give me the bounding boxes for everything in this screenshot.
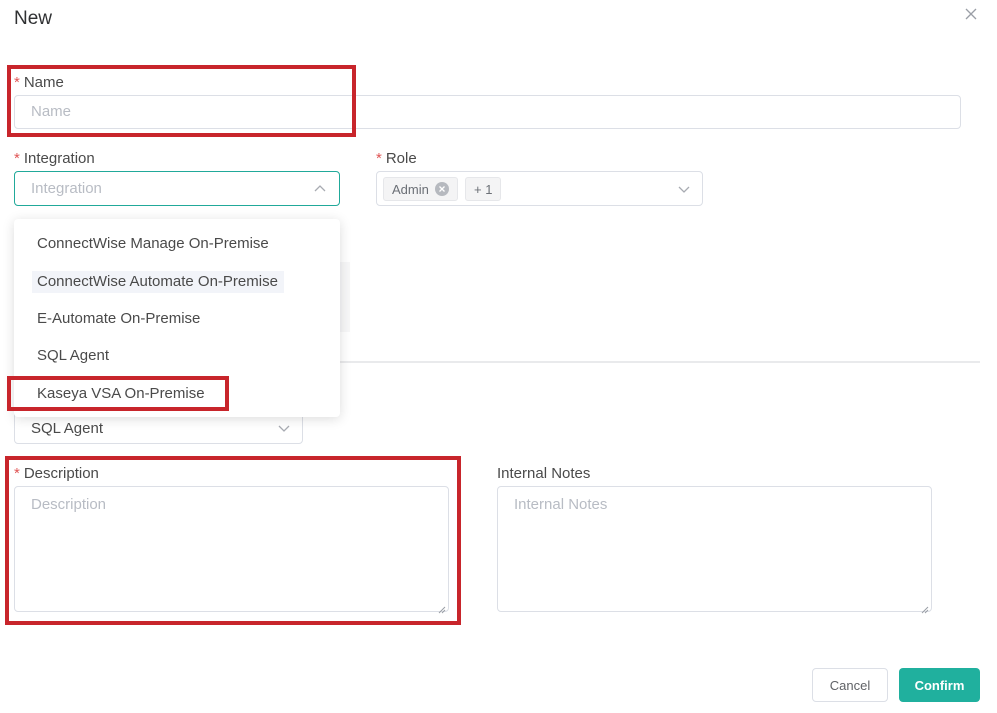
cancel-button[interactable]: Cancel — [812, 668, 888, 702]
name-highlight-box — [7, 65, 356, 137]
integration-option-connectwise-manage[interactable]: ConnectWise Manage On-Premise — [37, 233, 269, 255]
section-divider — [340, 361, 980, 363]
chevron-down-icon — [677, 182, 691, 196]
kaseya-option-highlight-box — [7, 376, 229, 411]
tag-close-icon[interactable] — [434, 182, 449, 196]
internal-notes-textarea[interactable]: Internal Notes — [497, 486, 932, 614]
integration-option-connectwise-automate[interactable]: ConnectWise Automate On-Premise — [32, 271, 284, 293]
confirm-button[interactable]: Confirm — [899, 668, 980, 702]
chevron-down-icon — [277, 421, 291, 435]
internal-notes-placeholder: Internal Notes — [514, 496, 608, 513]
integration-placeholder: Integration — [31, 180, 102, 197]
chevron-up-icon — [313, 182, 327, 196]
role-tag-admin-label: Admin — [392, 181, 429, 197]
role-tag-more-label: + 1 — [474, 181, 493, 197]
integration-label: * Integration — [14, 150, 95, 167]
role-tag-more: + 1 — [465, 177, 502, 201]
integration-select[interactable]: Integration — [14, 171, 340, 206]
role-required-mark: * — [376, 150, 382, 167]
resize-handle-icon[interactable] — [921, 601, 929, 614]
integration-option-sql-agent[interactable]: SQL Agent — [37, 345, 109, 367]
role-label: * Role — [376, 150, 417, 167]
internal-notes-label: Internal Notes — [497, 465, 591, 482]
integration-label-text: Integration — [23, 150, 95, 167]
role-label-text: Role — [385, 150, 417, 167]
sql-agent-select-value: SQL Agent — [31, 420, 103, 437]
integration-required-mark: * — [14, 150, 20, 167]
role-tag-admin: Admin — [383, 177, 458, 201]
dialog-title: New — [14, 8, 53, 29]
integration-option-e-automate[interactable]: E-Automate On-Premise — [37, 308, 200, 330]
description-highlight-box — [5, 456, 461, 625]
close-icon[interactable] — [963, 6, 979, 22]
role-select[interactable]: Admin + 1 — [376, 171, 703, 206]
